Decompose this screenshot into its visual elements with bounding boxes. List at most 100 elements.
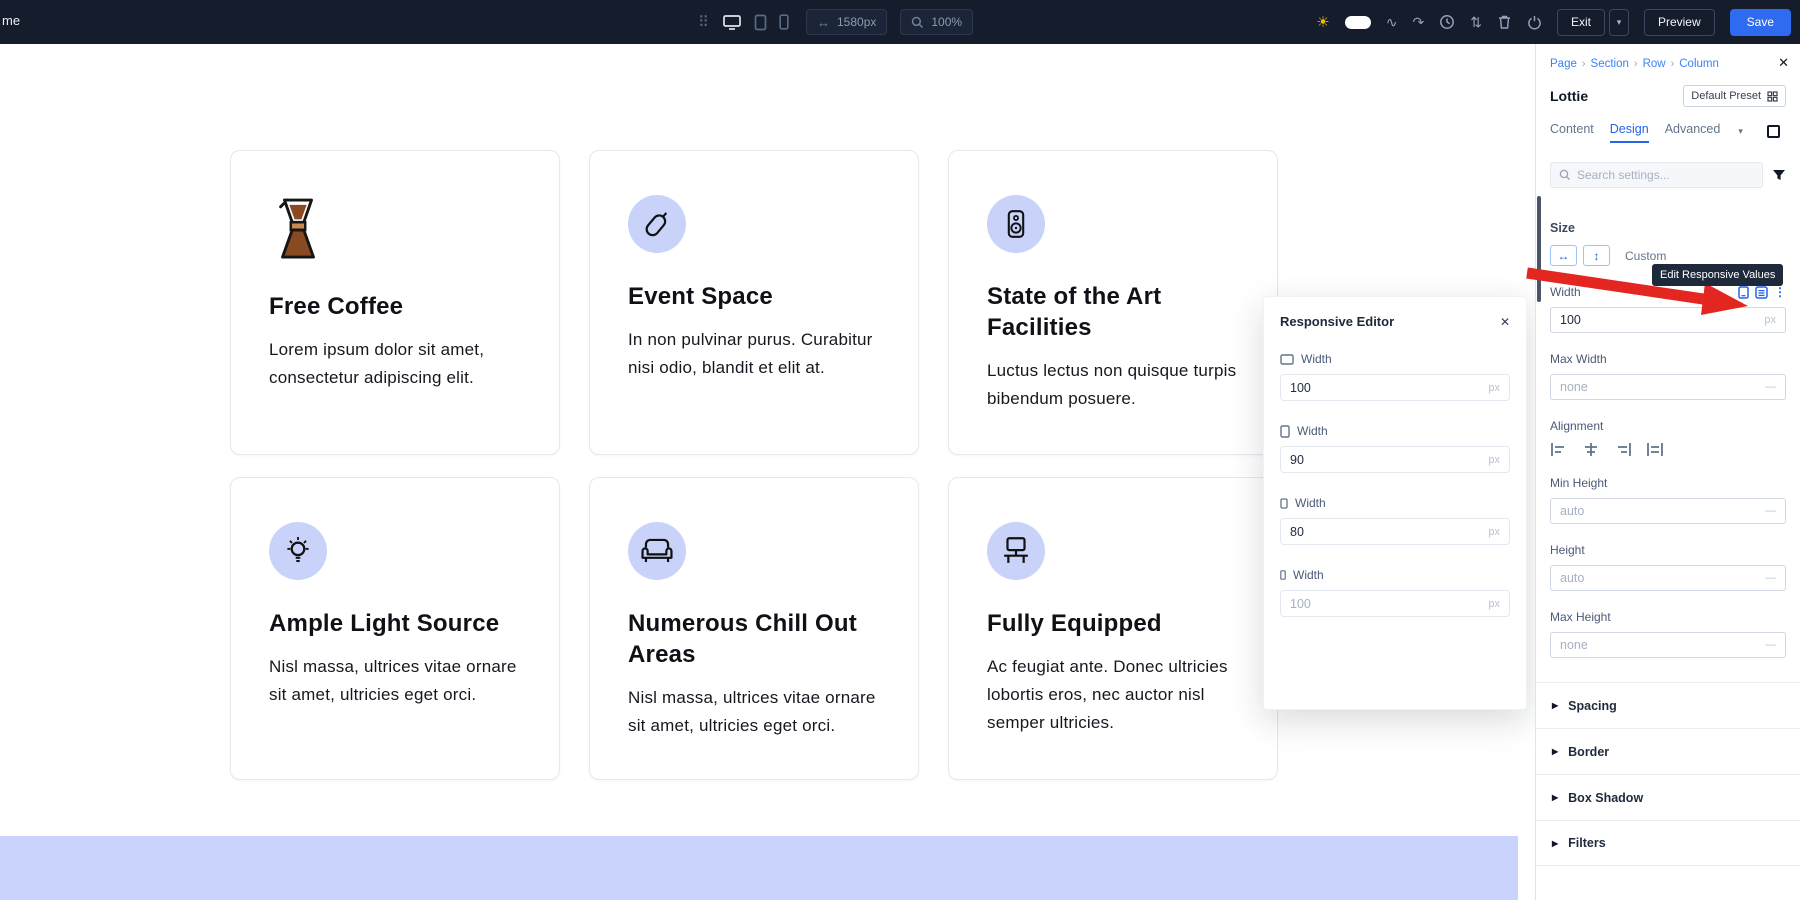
history-clock-icon[interactable] bbox=[1439, 14, 1455, 30]
breadcrumb: Page › Section › Row › Column bbox=[1550, 58, 1786, 70]
exit-button[interactable]: Exit bbox=[1557, 9, 1605, 36]
breadcrumb-row[interactable]: Row bbox=[1643, 58, 1666, 70]
canvas-width-control[interactable]: ↔ 1580px bbox=[806, 9, 887, 35]
default-preset-button[interactable]: Default Preset bbox=[1683, 85, 1786, 107]
section-spacing[interactable]: ▶ Spacing bbox=[1536, 682, 1800, 728]
field-label: Width bbox=[1293, 568, 1324, 582]
chevron-icon: › bbox=[1582, 58, 1586, 70]
max-height-input[interactable] bbox=[1560, 638, 1765, 652]
size-height-mode-button[interactable]: ↕ bbox=[1583, 245, 1610, 266]
max-height-field[interactable]: — bbox=[1550, 632, 1786, 658]
workstation-icon bbox=[987, 522, 1045, 580]
size-width-mode-button[interactable]: ↔ bbox=[1550, 245, 1577, 266]
width-field[interactable]: px bbox=[1550, 307, 1786, 333]
max-height-label: Max Height bbox=[1550, 610, 1611, 624]
coffee-maker-icon bbox=[269, 195, 331, 263]
card-body: Nisl massa, ultrices vitae ornare sit am… bbox=[628, 684, 890, 740]
light-mode-icon[interactable]: ☀ bbox=[1316, 15, 1329, 30]
phone-breakpoint-icon bbox=[1280, 570, 1286, 580]
breadcrumb-page[interactable]: Page bbox=[1550, 58, 1577, 70]
tab-advanced[interactable]: Advanced bbox=[1665, 122, 1721, 141]
card-body: Ac feugiat ante. Donec ultricies loborti… bbox=[987, 653, 1249, 737]
width-input[interactable] bbox=[1560, 313, 1764, 327]
width-field-tablet[interactable]: px bbox=[1280, 446, 1510, 473]
paddle-icon bbox=[628, 195, 686, 253]
card-title: Fully Equipped bbox=[987, 608, 1243, 639]
unit-label: px bbox=[1488, 598, 1500, 610]
mobile-device-icon[interactable] bbox=[779, 14, 789, 30]
card-fully-equipped[interactable]: Fully Equipped Ac feugiat ante. Donec ul… bbox=[948, 477, 1278, 780]
height-input[interactable] bbox=[1560, 571, 1765, 585]
panel-scrollbar[interactable] bbox=[1537, 196, 1541, 302]
min-height-input[interactable] bbox=[1560, 504, 1765, 518]
field-label: Width bbox=[1301, 352, 1332, 366]
section-box-shadow[interactable]: ▶ Box Shadow bbox=[1536, 774, 1800, 820]
section-label: Border bbox=[1568, 745, 1609, 759]
tablet-device-icon[interactable] bbox=[754, 14, 767, 31]
align-right-icon[interactable] bbox=[1614, 442, 1632, 457]
tab-content[interactable]: Content bbox=[1550, 122, 1594, 141]
width-input-tablet[interactable] bbox=[1290, 453, 1488, 467]
width-field-phone-landscape[interactable]: px bbox=[1280, 518, 1510, 545]
drag-handle-icon[interactable]: ⠿ bbox=[698, 13, 709, 31]
card-title: Free Coffee bbox=[269, 291, 525, 322]
kebab-menu-icon[interactable]: ⋮ bbox=[1774, 285, 1786, 299]
theme-toggle[interactable] bbox=[1345, 16, 1371, 29]
width-field-phone[interactable]: px bbox=[1280, 590, 1510, 617]
width-field-desktop[interactable]: px bbox=[1280, 374, 1510, 401]
width-input-desktop[interactable] bbox=[1290, 381, 1488, 395]
responsive-device-icon[interactable] bbox=[1738, 286, 1749, 299]
card-ample-light[interactable]: Ample Light Source Nisl massa, ultrices … bbox=[230, 477, 560, 780]
settings-search-input[interactable] bbox=[1577, 168, 1754, 182]
canvas-section-band[interactable] bbox=[0, 836, 1518, 900]
speaker-icon bbox=[987, 195, 1045, 253]
max-width-field[interactable]: — bbox=[1550, 374, 1786, 400]
height-field[interactable]: — bbox=[1550, 565, 1786, 591]
expand-triangle-icon: ▶ bbox=[1552, 839, 1558, 848]
tabs-caret-icon[interactable]: ▾ bbox=[1738, 126, 1743, 137]
save-button[interactable]: Save bbox=[1730, 9, 1791, 36]
popup-close-icon[interactable]: ✕ bbox=[1500, 315, 1510, 329]
max-width-input[interactable] bbox=[1560, 380, 1765, 394]
panel-close-icon[interactable]: ✕ bbox=[1778, 55, 1789, 71]
card-state-of-the-art[interactable]: State of the Art Facilities Luctus lectu… bbox=[948, 150, 1278, 455]
trash-icon[interactable] bbox=[1497, 14, 1512, 30]
sofa-icon bbox=[628, 522, 686, 580]
max-width-label: Max Width bbox=[1550, 352, 1607, 366]
settings-search[interactable] bbox=[1550, 162, 1763, 188]
preview-button[interactable]: Preview bbox=[1644, 9, 1715, 36]
section-filters[interactable]: ▶ Filters bbox=[1536, 820, 1800, 866]
card-free-coffee[interactable]: Free Coffee Lorem ipsum dolor sit amet, … bbox=[230, 150, 560, 455]
align-center-icon[interactable] bbox=[1582, 442, 1600, 457]
tab-design[interactable]: Design bbox=[1610, 122, 1649, 143]
filter-funnel-icon[interactable] bbox=[1772, 169, 1786, 181]
card-event-space[interactable]: Event Space In non pulvinar purus. Curab… bbox=[589, 150, 919, 455]
align-stretch-icon[interactable] bbox=[1646, 442, 1664, 457]
presets-stack-icon[interactable] bbox=[1755, 286, 1768, 299]
desktop-device-icon[interactable] bbox=[722, 14, 742, 31]
card-body: Lorem ipsum dolor sit amet, consectetur … bbox=[269, 336, 531, 392]
zoom-control[interactable]: 100% bbox=[900, 9, 973, 35]
magnifier-icon bbox=[911, 16, 924, 29]
breadcrumb-column[interactable]: Column bbox=[1679, 58, 1719, 70]
min-height-field[interactable]: — bbox=[1550, 498, 1786, 524]
section-border[interactable]: ▶ Border bbox=[1536, 728, 1800, 774]
width-input-phone-landscape[interactable] bbox=[1290, 525, 1488, 539]
element-title: Lottie bbox=[1550, 88, 1588, 104]
card-body: Nisl massa, ultrices vitae ornare sit am… bbox=[269, 653, 531, 709]
align-left-icon[interactable] bbox=[1550, 442, 1568, 457]
exit-dropdown-caret[interactable]: ▾ bbox=[1609, 9, 1629, 36]
search-icon bbox=[1559, 169, 1571, 181]
sort-arrows-icon[interactable]: ⇅ bbox=[1470, 15, 1482, 29]
breadcrumb-section[interactable]: Section bbox=[1591, 58, 1629, 70]
power-icon[interactable] bbox=[1527, 15, 1542, 30]
width-input-phone[interactable] bbox=[1290, 597, 1488, 611]
unit-label: px bbox=[1764, 314, 1776, 326]
redo-icon[interactable]: ↷ bbox=[1412, 15, 1424, 29]
card-chill-out[interactable]: Numerous Chill Out Areas Nisl massa, ult… bbox=[589, 477, 919, 780]
size-custom-label[interactable]: Custom bbox=[1625, 249, 1666, 263]
chevron-icon: › bbox=[1671, 58, 1675, 70]
expand-triangle-icon: ▶ bbox=[1552, 793, 1558, 802]
revisions-wave-icon[interactable]: ∿ bbox=[1386, 15, 1398, 29]
element-outline-icon[interactable] bbox=[1767, 125, 1780, 138]
